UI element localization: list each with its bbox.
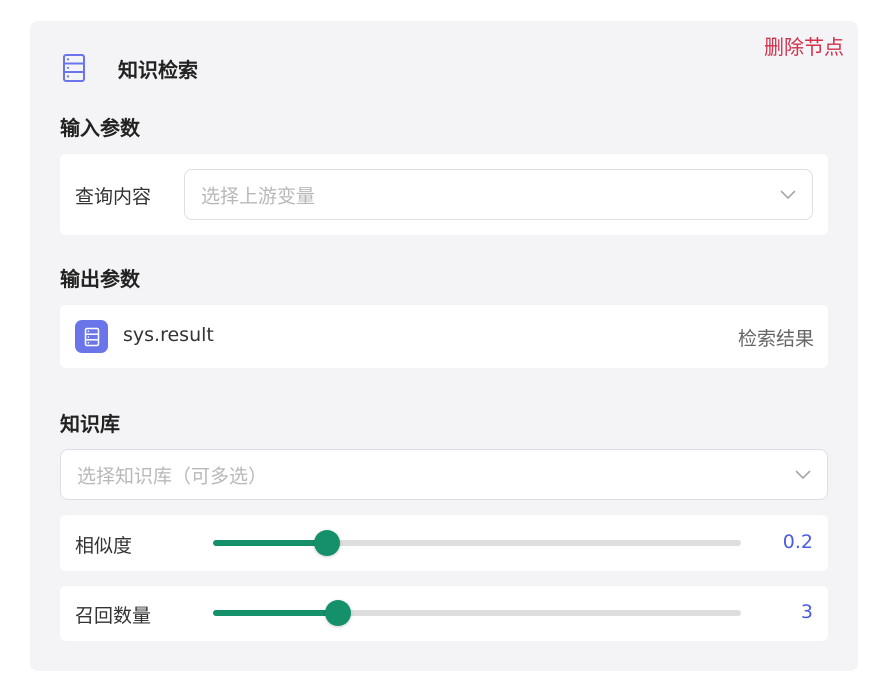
recall-count-slider[interactable] bbox=[213, 600, 741, 626]
chevron-down-icon bbox=[795, 469, 811, 479]
similarity-label: 相似度 bbox=[75, 535, 133, 557]
similarity-row: 相似度 0.2 bbox=[60, 515, 828, 571]
knowledge-base-select[interactable]: 选择知识库（可多选） bbox=[60, 449, 828, 500]
node-header: 知识检索 bbox=[62, 53, 198, 83]
knowledge-base-placeholder: 选择知识库（可多选） bbox=[77, 465, 268, 487]
query-content-label: 查询内容 bbox=[75, 186, 152, 208]
database-icon bbox=[62, 53, 86, 83]
database-icon bbox=[75, 320, 108, 353]
output-params-title: 输出参数 bbox=[60, 267, 140, 291]
similarity-slider-thumb[interactable] bbox=[314, 530, 341, 556]
delete-node-button[interactable]: 删除节点 bbox=[764, 31, 844, 60]
similarity-value: 0.2 bbox=[782, 531, 813, 553]
input-params-title: 输入参数 bbox=[60, 116, 140, 140]
recall-count-value: 3 bbox=[800, 601, 813, 623]
upstream-variable-select[interactable]: 选择上游变量 bbox=[184, 169, 813, 220]
recall-count-slider-thumb[interactable] bbox=[325, 600, 352, 626]
output-variable-name: sys.result bbox=[123, 324, 214, 346]
recall-count-label: 召回数量 bbox=[75, 605, 152, 627]
output-variable-row: sys.result 检索结果 bbox=[60, 305, 828, 368]
knowledge-retrieval-node-panel: 删除节点 知识检索 输入参数 查询内容 选择上游变量 输出参数 sys.resu… bbox=[30, 21, 858, 671]
recall-count-row: 召回数量 3 bbox=[60, 586, 828, 641]
upstream-variable-placeholder: 选择上游变量 bbox=[201, 185, 316, 207]
knowledge-base-title: 知识库 bbox=[60, 412, 120, 436]
similarity-slider[interactable] bbox=[213, 530, 741, 556]
similarity-slider-fill bbox=[213, 540, 328, 546]
recall-count-slider-fill bbox=[213, 610, 339, 616]
node-title: 知识检索 bbox=[118, 57, 198, 82]
query-content-row: 查询内容 选择上游变量 bbox=[60, 154, 828, 235]
output-variable-description: 检索结果 bbox=[737, 328, 814, 350]
chevron-down-icon bbox=[780, 189, 796, 199]
